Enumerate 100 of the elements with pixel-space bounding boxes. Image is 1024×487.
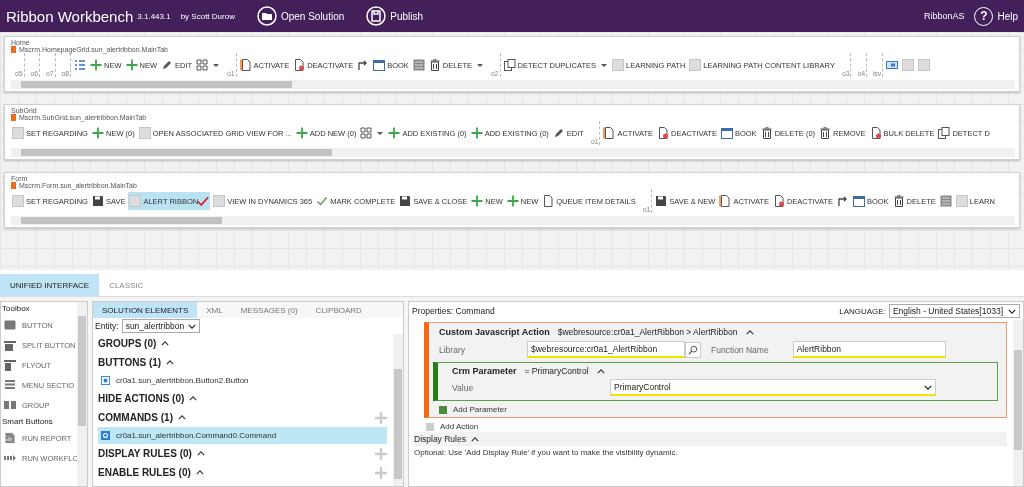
app-title: Ribbon Workbench xyxy=(6,7,134,25)
trash-icon xyxy=(428,59,441,71)
chevron-up-icon[interactable] xyxy=(166,360,175,365)
add-parameter-button[interactable]: Add Parameter xyxy=(439,405,998,414)
horizontal-scrollbar[interactable] xyxy=(11,216,1015,225)
document-icon xyxy=(542,195,555,207)
document-icon xyxy=(239,59,252,71)
vertical-scrollbar[interactable] xyxy=(393,334,403,486)
chevron-up-icon[interactable] xyxy=(470,436,479,442)
chevron-down-icon xyxy=(924,384,932,390)
toolbox-title: Toolbox xyxy=(1,303,31,315)
section-title: HIDE ACTIONS (0) xyxy=(98,393,185,404)
blank-square-icon xyxy=(12,127,24,139)
ribbon-button[interactable] xyxy=(195,56,210,74)
floppy-disk-icon xyxy=(366,6,387,26)
pencil-icon xyxy=(552,127,565,139)
blank-square-icon xyxy=(689,59,702,71)
dropdown-caret-icon[interactable] xyxy=(477,63,483,67)
blank-square-icon xyxy=(955,195,968,207)
calendar-icon xyxy=(852,195,865,207)
parameter-summary: = PrimaryControl xyxy=(524,366,589,376)
mode-tab[interactable]: CLASSIC xyxy=(99,274,154,296)
user-name: RibbonAS xyxy=(923,11,965,21)
panel-tab[interactable]: CLIPBOARD xyxy=(306,302,371,318)
list-icon xyxy=(74,59,86,71)
search-button[interactable] xyxy=(685,341,701,358)
publish-button[interactable]: Publish xyxy=(366,6,424,26)
split-button-icon xyxy=(4,339,16,351)
gear-icon xyxy=(101,431,110,440)
action-summary: $webresource:cr0a1_AlertRibbon > AlertRibbon xyxy=(557,327,738,337)
documents-icon xyxy=(503,59,516,71)
action-title: Custom Javascript Action xyxy=(439,327,550,337)
chevron-up-icon[interactable] xyxy=(189,396,198,401)
dropdown-caret-icon[interactable] xyxy=(601,63,607,67)
language-dropdown[interactable]: English - United States[1033] xyxy=(888,304,1020,318)
chevron-up-icon[interactable] xyxy=(596,368,605,374)
chevron-up-icon[interactable] xyxy=(161,341,170,346)
blank-square-icon xyxy=(612,59,624,71)
chevron-up-icon[interactable] xyxy=(745,329,754,335)
language-label: LANGUAGE: xyxy=(839,306,886,316)
grid-icon xyxy=(196,59,209,71)
blank-square-icon xyxy=(902,59,914,71)
trash-icon xyxy=(760,127,773,139)
workflow-icon xyxy=(4,452,16,464)
solution-item[interactable]: cr0a1.sun_alertribbon.Command0.Command xyxy=(98,427,387,444)
open-solution-button[interactable]: Open Solution xyxy=(256,6,345,26)
panel-tab[interactable]: MESSAGES (0) xyxy=(231,302,307,318)
value-dropdown[interactable]: PrimaryControl xyxy=(610,379,936,396)
folder-icon xyxy=(256,6,277,26)
group-icon xyxy=(4,399,16,411)
section-title: GROUPS (0) xyxy=(98,338,157,349)
trash-icon xyxy=(892,195,905,207)
library-field[interactable]: $webresource:cr0a1_AlertRibbon xyxy=(527,341,685,358)
documents-icon xyxy=(938,127,951,139)
vertical-scrollbar[interactable] xyxy=(1013,320,1023,486)
author-label: by Scott Durow xyxy=(180,11,235,21)
mode-tab[interactable]: UNIFIED INTERFACE xyxy=(0,274,100,296)
entity-dropdown[interactable]: sun_alertribbon xyxy=(121,319,201,333)
pencil-icon xyxy=(161,59,173,71)
document-icon xyxy=(603,127,616,139)
vertical-scrollbar[interactable] xyxy=(77,302,87,486)
dropdown-caret-icon[interactable] xyxy=(377,131,384,135)
section-title: BUTTONS (1) xyxy=(98,357,162,368)
chevron-down-icon xyxy=(1008,308,1016,314)
trash-icon xyxy=(819,127,832,139)
blank-square-icon xyxy=(138,127,151,139)
help-button[interactable]: ? Help xyxy=(974,6,1018,26)
panel-tab[interactable]: XML xyxy=(197,302,232,318)
panel-tab[interactable]: SOLUTION ELEMENTS xyxy=(93,302,198,318)
add-action-button[interactable]: Add Action xyxy=(426,422,1007,431)
blank-square-icon xyxy=(129,195,142,207)
value-label: Value xyxy=(452,382,475,393)
chevron-up-icon[interactable] xyxy=(195,470,204,475)
chevron-down-icon xyxy=(188,323,197,329)
grid-icon xyxy=(360,127,373,139)
hint-text: Optional: Use 'Add Display Rule' if you want to make the visibility dynamic. xyxy=(414,447,679,459)
chevron-up-icon[interactable] xyxy=(178,415,186,420)
button-icon xyxy=(4,319,16,331)
corner-arrow-icon xyxy=(836,195,849,207)
solution-item[interactable]: cr0a1.sun_alertribbon.Button2.Button xyxy=(98,372,387,389)
smart-buttons-title: Smart Buttons xyxy=(1,416,54,428)
chevron-up-icon[interactable] xyxy=(196,451,205,456)
form-icon xyxy=(412,59,425,71)
document-cross-icon xyxy=(772,195,785,207)
function-name-field[interactable]: AlertRibbon xyxy=(792,341,946,358)
version-label: 3.1.443.1 xyxy=(137,11,171,21)
blank-square-icon xyxy=(213,195,226,207)
menu-section-icon xyxy=(4,379,16,391)
document-cross-icon xyxy=(869,127,882,139)
form-icon xyxy=(939,195,952,207)
button-frame-icon xyxy=(886,59,898,71)
horizontal-scrollbar[interactable] xyxy=(11,80,1015,89)
blank-square-icon xyxy=(918,59,930,71)
checkmark-icon xyxy=(316,195,329,207)
document-icon xyxy=(719,195,732,207)
ribbon-button[interactable] xyxy=(359,124,374,142)
dropdown-caret-icon[interactable] xyxy=(213,63,220,67)
calendar-icon xyxy=(373,59,386,71)
button-icon xyxy=(101,376,110,385)
horizontal-scrollbar[interactable] xyxy=(11,148,1015,157)
